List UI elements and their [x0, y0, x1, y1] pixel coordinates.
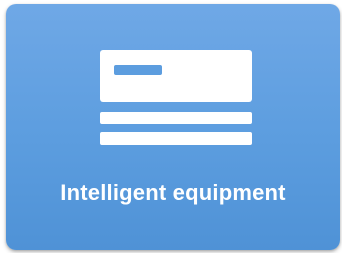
tile-label: Intelligent equipment	[60, 180, 286, 205]
equipment-panel-icon	[96, 48, 252, 148]
intelligent-equipment-tile[interactable]: Intelligent equipment	[6, 4, 340, 250]
